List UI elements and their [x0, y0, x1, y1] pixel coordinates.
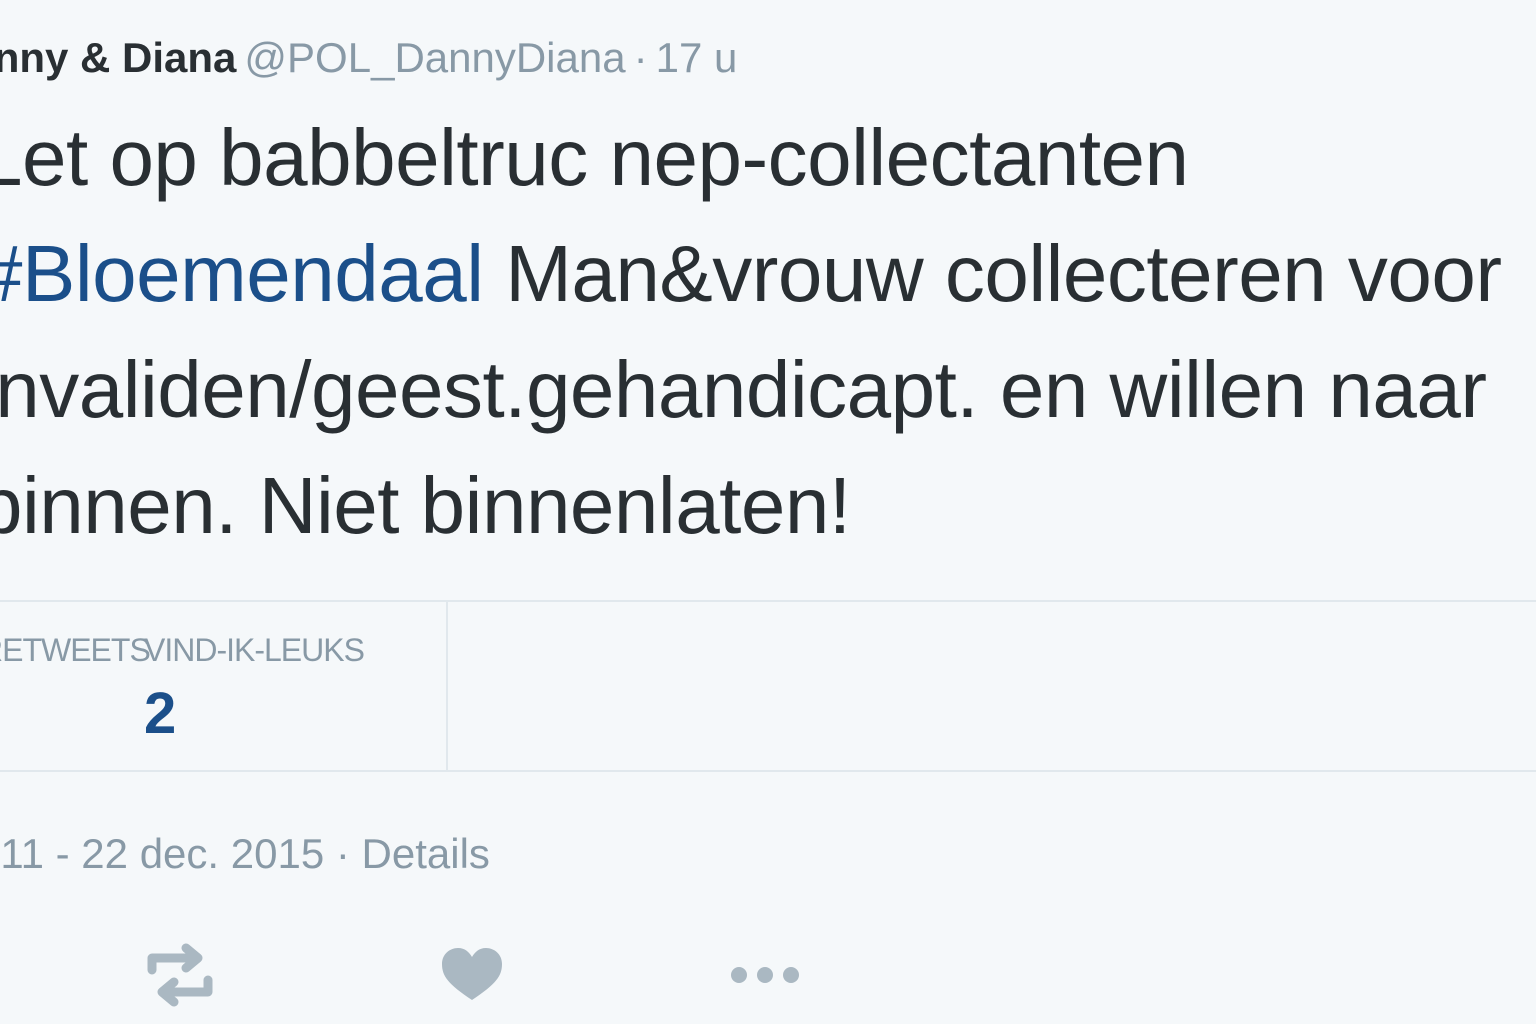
- tweet-stats: RETWEETS VIND-IK-LEUKS 2: [0, 600, 1536, 772]
- likes-count: 2: [144, 681, 177, 746]
- author-handle[interactable]: @POL_DannyDiana: [244, 34, 625, 81]
- tweet-metadata: 04:11 - 22 dec. 2015 · Details: [0, 826, 490, 882]
- retweets-stat[interactable]: RETWEETS: [0, 602, 151, 770]
- author-name[interactable]: Danny & Diana: [0, 34, 236, 81]
- heart-icon: [442, 948, 502, 1000]
- tweet-text-line: binnen. Niet binnenlaten!: [0, 461, 851, 550]
- tweet-text-line: #Bloemendaal Man&vrouw collecteren voor: [0, 216, 1536, 332]
- tweet-header: Danny & Diana@POL_DannyDiana·17 u: [0, 30, 737, 86]
- more-icon: [731, 967, 799, 983]
- tweet-text-line: Let op babbeltruc nep-collectanten: [0, 113, 1189, 202]
- more-button[interactable]: [725, 942, 805, 1008]
- tweet-text-fragment: Man&vrouw collecteren voor: [483, 229, 1502, 318]
- tweet-detail: Danny & Diana@POL_DannyDiana·17 u Let op…: [0, 0, 1536, 1024]
- metadata-separator: ·: [335, 830, 350, 877]
- tweet-time[interactable]: 17 u: [656, 34, 738, 81]
- likes-stat[interactable]: VIND-IK-LEUKS 2: [90, 602, 448, 770]
- retweet-button[interactable]: [140, 942, 220, 1008]
- hashtag-link[interactable]: #Bloemendaal: [0, 229, 484, 318]
- tweet-text: Let op babbeltruc nep-collectanten #Bloe…: [0, 100, 1536, 564]
- tweet-actions: [0, 930, 1536, 1020]
- details-link[interactable]: Details: [362, 830, 490, 877]
- tweet-text-line: invaliden/geest.gehandicapt. en willen n…: [0, 345, 1487, 434]
- like-button[interactable]: [432, 942, 512, 1008]
- header-separator: ·: [633, 34, 648, 81]
- likes-label: VIND-IK-LEUKS: [144, 632, 365, 668]
- tweet-timestamp: 04:11 - 22 dec. 2015: [0, 830, 325, 877]
- retweet-icon: [147, 943, 213, 1007]
